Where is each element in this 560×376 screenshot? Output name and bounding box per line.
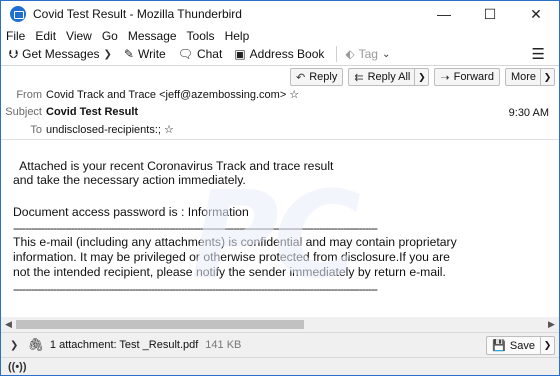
horizontal-scrollbar[interactable]: ◀ ▶ [1,317,559,332]
forward-arrow-icon: ➝ [440,71,450,84]
from-row: From Covid Track and Trace <jeff@azembos… [1,88,299,102]
thunderbird-logo-icon [10,6,26,22]
address-book-label: Address Book [249,47,325,61]
save-button[interactable]: 💾 Save ❯ [486,336,555,355]
message-time: 9:30 AM [508,107,549,119]
body-line: and take the necessary action immediatel… [13,173,246,187]
header-actions: ↶ Reply ⇇ Reply All ❯ ➝ Forward More ❯ [285,68,555,86]
main-toolbar: ⮋ Get Messages ❯ ✎ Write 🗨 Chat ▣ Addres… [1,44,559,64]
scroll-right-icon[interactable]: ▶ [544,317,559,332]
disclaimer-line: not the intended recipient, please notif… [13,265,446,279]
reply-label: Reply [309,71,338,83]
chevron-down-icon: ⌄ [381,48,391,60]
menu-go[interactable]: Go [102,29,118,43]
hamburger-icon[interactable]: ☰ [532,45,545,63]
chevron-down-icon[interactable]: ❯ [414,69,428,85]
chevron-down-icon[interactable]: ❯ [540,337,554,354]
subject-label: Subject [5,106,42,118]
from-value[interactable]: Covid Track and Trace <jeff@azembossing.… [46,89,286,101]
dashed-separator: ----------------------------------------… [13,282,378,296]
scrollbar-thumb[interactable] [16,320,304,329]
scroll-left-icon[interactable]: ◀ [1,317,16,332]
menu-message[interactable]: Message [128,29,177,43]
title-bar: Covid Test Result - Mozilla Thunderbird … [1,1,559,27]
tag-button[interactable]: ⬖ Tag ⌄ [345,47,390,61]
body-line: Attached is your recent Coronavirus Trac… [13,159,334,173]
thunderbird-window: Covid Test Result - Mozilla Thunderbird … [0,0,560,376]
menu-edit[interactable]: Edit [35,29,56,43]
to-row: To undisclosed-recipients:; ☆ [1,123,174,137]
menu-tools[interactable]: Tools [187,29,215,43]
window-title: Covid Test Result - Mozilla Thunderbird [33,7,242,21]
chat-bubble-icon: 🗨 [177,47,193,61]
minimize-button[interactable]: — [421,1,467,27]
attachment-size: 141 KB [205,339,242,351]
reply-all-button[interactable]: ⇇ Reply All ❯ [348,68,430,86]
from-label: From [16,88,42,101]
message-body: PC Attached is your recent Coronavirus T… [1,140,559,316]
get-messages-label: Get Messages [22,47,100,61]
paperclip-icon: 🖇 [27,337,44,352]
dashed-separator: ----------------------------------------… [13,221,378,235]
write-label: Write [137,47,166,61]
reply-all-label: Reply All [367,71,411,83]
tag-icon: ⬖ [345,47,355,61]
expand-chevron-icon[interactable]: ❯ [10,340,18,351]
reply-arrow-icon: ↶ [296,71,306,84]
save-icon: 💾 [492,340,506,352]
chat-label: Chat [196,47,223,61]
menu-help[interactable]: Help [225,29,250,43]
save-label: Save [509,339,535,352]
menu-file[interactable]: File [6,29,25,43]
attachment-label[interactable]: 1 attachment: Test _Result.pdf [50,339,198,351]
chevron-down-icon[interactable]: ❯ [540,69,554,85]
pencil-icon: ✎ [123,47,134,61]
subject-value: Covid Test Result [46,106,139,118]
more-button[interactable]: More ❯ [504,68,555,86]
tag-label: Tag [358,47,378,61]
body-line: Document access password is : Informatio… [13,205,249,219]
to-label: To [30,123,42,136]
attachment-bar: ❯ 🖇 1 attachment: Test _Result.pdf 141 K… [1,332,559,357]
to-value[interactable]: undisclosed-recipients:; [46,124,161,136]
star-icon[interactable]: ☆ [289,88,299,101]
menu-view[interactable]: View [66,29,92,43]
address-book-button[interactable]: ▣ Address Book [234,47,324,61]
more-label: More [510,71,536,83]
star-icon[interactable]: ☆ [164,123,174,136]
disclaimer-line: This e-mail (including any attachments) … [13,235,457,249]
write-button[interactable]: ✎ Write [124,47,166,61]
subject-row: Subject Covid Test Result [1,106,138,118]
window-controls: — ☐ ✕ [421,1,559,27]
forward-label: Forward [453,71,494,83]
address-book-icon: ▣ [234,47,246,61]
get-messages-button[interactable]: ⮋ Get Messages ❯ [9,47,112,62]
message-header: ↶ Reply ⇇ Reply All ❯ ➝ Forward More ❯ F… [1,66,559,139]
online-status-icon[interactable]: ((•)) [8,361,27,373]
reply-all-icon: ⇇ [354,71,364,84]
toolbar-separator [336,46,338,62]
download-mail-icon: ⮋ [9,46,19,61]
status-bar: ((•)) [1,357,559,375]
chevron-down-icon[interactable]: ❯ [104,49,112,60]
maximize-button[interactable]: ☐ [467,1,513,27]
disclaimer-line: information. It may be privileged or oth… [13,250,450,264]
menu-bar: File Edit View Go Message Tools Help [1,27,559,44]
chat-button[interactable]: 🗨 Chat [178,47,223,61]
reply-button[interactable]: ↶ Reply [290,68,344,86]
close-button[interactable]: ✕ [513,1,559,27]
forward-button[interactable]: ➝ Forward [434,68,500,86]
